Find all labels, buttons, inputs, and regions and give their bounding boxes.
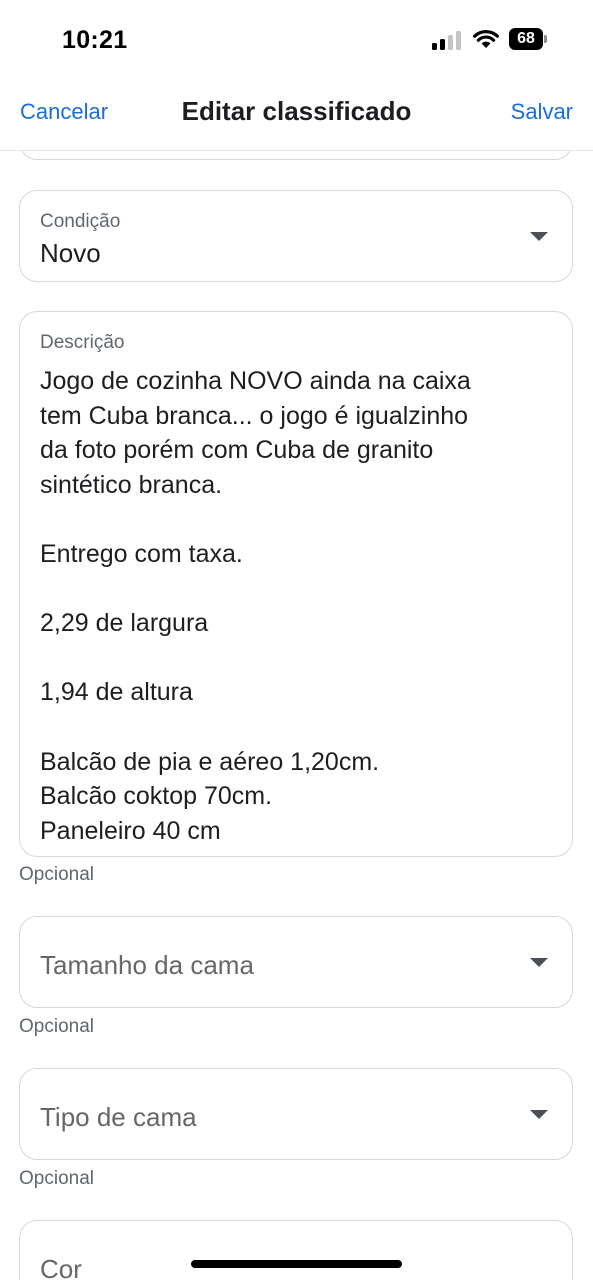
battery-icon: 68 (509, 28, 547, 50)
description-field[interactable]: Descrição Jogo de cozinha NOVO ainda na … (19, 311, 573, 857)
status-time: 10:21 (62, 26, 128, 54)
home-indicator[interactable] (191, 1260, 402, 1268)
wifi-icon (473, 29, 499, 48)
signal-icon (432, 30, 466, 50)
bed-type-helper: Opcional (19, 1168, 94, 1189)
chevron-down-icon (530, 958, 548, 967)
color-placeholder: Cor (40, 1254, 82, 1280)
bed-type-placeholder: Tipo de cama (40, 1102, 197, 1132)
nav-divider (0, 150, 593, 151)
condition-value: Novo (40, 238, 101, 268)
page-title: Editar classificado (181, 96, 412, 126)
description-helper: Opcional (19, 864, 94, 885)
bed-size-placeholder: Tamanho da cama (40, 950, 254, 980)
nav-header: Cancelar Editar classificado Salvar (0, 80, 593, 144)
save-button[interactable]: Salvar (511, 99, 573, 125)
bed-size-helper: Opcional (19, 1016, 94, 1037)
status-bar: 10:21 68 (0, 0, 593, 80)
bed-size-select[interactable]: Tamanho da cama (19, 916, 573, 1008)
description-label: Descrição (40, 332, 125, 353)
condition-label: Condição (40, 211, 121, 232)
battery-level: 68 (517, 30, 535, 47)
bed-type-select[interactable]: Tipo de cama (19, 1068, 573, 1160)
chevron-down-icon (530, 232, 548, 241)
color-select[interactable]: Cor (19, 1220, 573, 1280)
description-text[interactable]: Jogo de cozinha NOVO ainda na caixa tem … (40, 364, 560, 848)
condition-select[interactable]: Condição Novo (19, 190, 573, 282)
chevron-down-icon (530, 1110, 548, 1119)
